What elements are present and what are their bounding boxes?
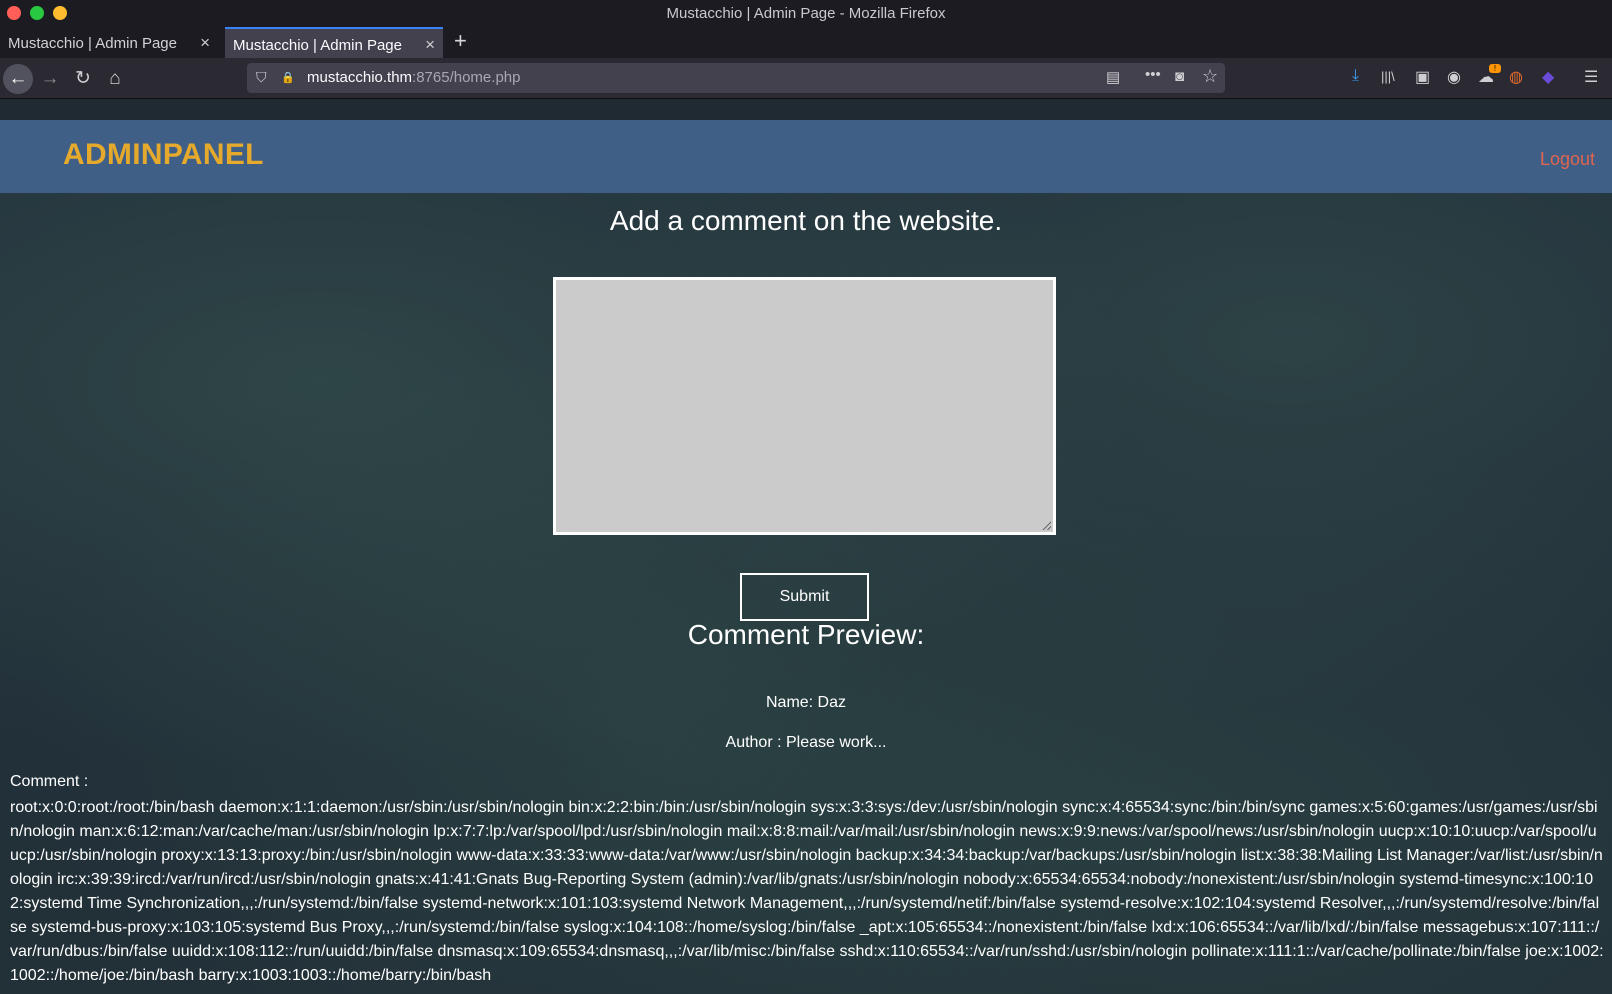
logout-link[interactable]: Logout xyxy=(1540,149,1595,170)
resize-grip-icon[interactable] xyxy=(1042,521,1051,530)
account-icon[interactable]: ◉ xyxy=(1447,67,1461,87)
preview-comment-body: root:x:0:0:root:/root:/bin/bash daemon:x… xyxy=(10,799,1604,984)
home-icon[interactable]: ⌂ xyxy=(102,66,128,92)
url-text[interactable]: mustacchio.thm:8765/home.php xyxy=(307,69,520,86)
preview-comment-label: Comment : xyxy=(10,773,89,790)
comment-textarea[interactable] xyxy=(556,280,1053,532)
tab-label: Mustacchio | Admin Page xyxy=(8,35,177,52)
library-icon[interactable]: |||\ xyxy=(1381,69,1395,84)
insecure-lock-icon[interactable]: 🔒 xyxy=(281,71,295,84)
navigation-toolbar: ← → ↻ ⌂ ⛉ 🔒 mustacchio.thm:8765/home.php… xyxy=(0,58,1612,99)
url-path: :8765/home.php xyxy=(412,69,521,86)
page-heading: Add a comment on the website. xyxy=(609,205,1003,236)
back-arrow-icon[interactable]: ← xyxy=(3,64,33,94)
more-actions-icon[interactable]: ••• xyxy=(1145,66,1161,83)
tab-close-icon[interactable]: × xyxy=(425,35,435,55)
window-title: Mustacchio | Admin Page - Mozilla Firefo… xyxy=(666,5,946,22)
shield-icon[interactable]: ⛉ xyxy=(256,69,267,86)
reader-view-icon[interactable]: ▤ xyxy=(1106,68,1120,86)
tab-admin-page-2[interactable]: Mustacchio | Admin Page × xyxy=(225,27,443,58)
reload-icon[interactable]: ↻ xyxy=(70,66,96,92)
tab-close-icon[interactable]: × xyxy=(200,33,210,53)
new-tab-icon[interactable]: + xyxy=(454,28,467,54)
tab-label: Mustacchio | Admin Page xyxy=(233,37,402,54)
preview-name: Name: Daz xyxy=(765,694,847,711)
menu-icon[interactable]: ☰ xyxy=(1584,67,1598,87)
preview-author: Author : Please work... xyxy=(725,734,887,751)
tab-admin-page-1[interactable]: Mustacchio | Admin Page × xyxy=(0,27,218,58)
brand-logo[interactable]: ADMINPANEL xyxy=(63,138,264,172)
submit-button[interactable]: Submit xyxy=(740,573,869,621)
tab-strip: Mustacchio | Admin Page × Mustacchio | A… xyxy=(0,26,1612,58)
page-content: ADMINPANEL Logout Add a comment on the w… xyxy=(0,120,1612,994)
extension-badge: ! xyxy=(1489,64,1501,73)
url-host: mustacchio.thm xyxy=(307,69,413,86)
pocket-icon[interactable]: ◙ xyxy=(1175,68,1184,85)
comment-preview-title: Comment Preview: xyxy=(687,619,925,650)
extension-3-icon[interactable]: ◆ xyxy=(1542,67,1554,87)
forward-arrow-icon[interactable]: → xyxy=(37,66,63,92)
admin-navbar: ADMINPANEL Logout xyxy=(0,120,1612,193)
extension-2-icon[interactable]: ◍ xyxy=(1509,67,1523,87)
download-icon[interactable]: ⤓ xyxy=(1352,67,1359,85)
sidebar-icon[interactable]: ▣ xyxy=(1415,67,1430,87)
url-bar[interactable]: ⛉ 🔒 mustacchio.thm:8765/home.php ▤ ••• ◙… xyxy=(247,63,1225,93)
window-titlebar: Mustacchio | Admin Page - Mozilla Firefo… xyxy=(0,0,1612,26)
comment-textarea-wrapper xyxy=(553,277,1056,535)
bookmark-star-icon[interactable]: ☆ xyxy=(1202,66,1218,87)
